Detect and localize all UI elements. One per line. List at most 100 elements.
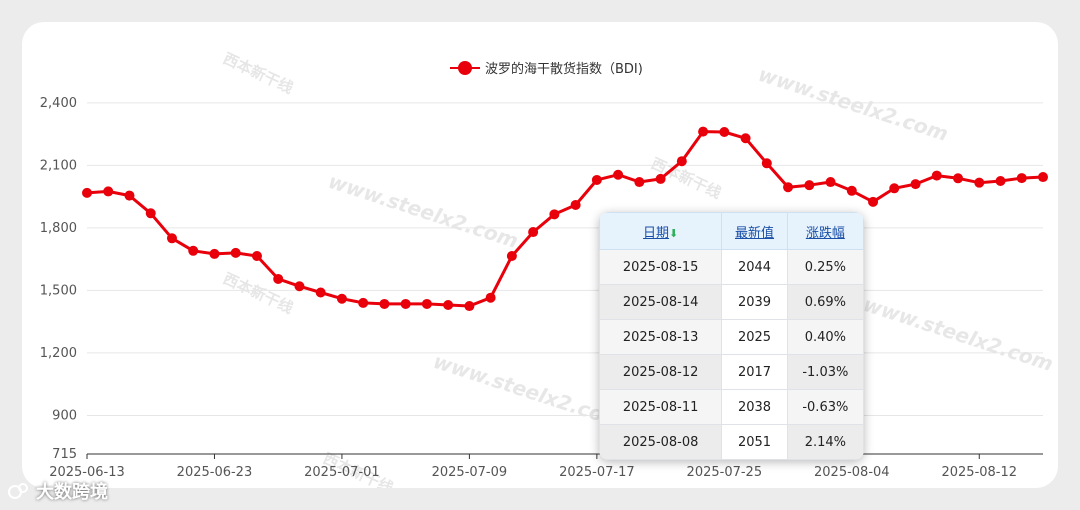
- data-point: [188, 245, 199, 256]
- table-row: 2025-08-13 2025 0.40%: [599, 319, 864, 355]
- watermark-domain: www.steelx2.com: [430, 349, 626, 433]
- y-min-label: 715: [52, 447, 77, 462]
- cell-change: -1.03%: [786, 354, 864, 390]
- data-point: [336, 293, 347, 304]
- cell-value: 2051: [721, 424, 788, 460]
- data-point: [485, 292, 496, 303]
- data-point: [358, 297, 369, 308]
- brand-logo-icon: [8, 483, 28, 499]
- data-point: [634, 177, 645, 188]
- y-tick-label: 2,100: [40, 158, 77, 173]
- watermark-logo: 西本新干线: [220, 49, 296, 97]
- data-point: [655, 173, 666, 184]
- table-row: 2025-08-08 2051 2.14%: [599, 424, 864, 460]
- data-point: [209, 248, 220, 259]
- x-tick-label: 2025-06-23: [177, 465, 253, 480]
- data-point: [698, 126, 709, 137]
- table-row: 2025-08-14 2039 0.69%: [599, 284, 864, 320]
- data-point: [528, 227, 539, 238]
- table-row: 2025-08-11 2038 -0.63%: [599, 389, 864, 425]
- data-point: [464, 301, 475, 312]
- data-point: [783, 182, 794, 193]
- x-tick-label: 2025-07-01: [304, 465, 380, 480]
- data-point: [294, 281, 305, 292]
- data-point: [549, 209, 560, 220]
- data-point: [570, 199, 581, 210]
- data-point: [613, 169, 624, 180]
- cell-date: 2025-08-08: [599, 424, 723, 460]
- cell-date: 2025-08-15: [599, 249, 723, 285]
- data-point: [230, 247, 241, 258]
- column-header-change[interactable]: 涨跌幅: [786, 212, 864, 250]
- cell-value: 2025: [721, 319, 788, 355]
- data-point: [931, 170, 942, 181]
- cell-date: 2025-08-12: [599, 354, 723, 390]
- y-tick-label: 1,200: [40, 346, 77, 361]
- data-point: [315, 287, 326, 298]
- data-point: [379, 298, 390, 309]
- y-tick-label: 1,800: [40, 221, 77, 236]
- chart-card: www.steelx2.com www.steelx2.com www.steelx…: [22, 22, 1058, 488]
- data-point: [889, 183, 900, 194]
- table-body: 2025-08-15 2044 0.25% 2025-08-14 2039 0.69% 20…: [599, 249, 864, 460]
- cell-change: -0.63%: [786, 389, 864, 425]
- x-tick-label: 2025-07-25: [687, 465, 763, 480]
- table-header-row: 日期⬇ 最新值 涨跌幅: [599, 212, 864, 250]
- data-point: [145, 208, 156, 219]
- data-point: [825, 177, 836, 188]
- column-header-date[interactable]: 日期⬇: [599, 212, 723, 250]
- x-tick-label: 2025-07-17: [559, 465, 635, 480]
- data-point: [1016, 173, 1027, 184]
- data-point: [846, 185, 857, 196]
- brand-watermark: 大数跨境: [8, 478, 108, 504]
- data-point: [761, 158, 772, 169]
- y-tick-label: 900: [52, 408, 77, 423]
- chart-legend[interactable]: 波罗的海干散货指数（BDI): [450, 58, 643, 77]
- y-tick-label: 2,400: [40, 96, 77, 111]
- column-header-date-label: 日期: [643, 225, 670, 241]
- watermark-logo: 西本新干线: [220, 269, 296, 317]
- cell-value: 2038: [721, 389, 788, 425]
- legend-label: 波罗的海干散货指数（BDI): [485, 62, 643, 77]
- cell-value: 2039: [721, 284, 788, 320]
- data-point: [251, 251, 262, 262]
- data-point: [995, 175, 1006, 186]
- data-point: [676, 156, 687, 167]
- data-table: 日期⬇ 最新值 涨跌幅 2025-08-15 2044 0.25% 2025-08-1…: [599, 212, 864, 460]
- cell-change: 0.40%: [786, 319, 864, 355]
- x-tick-label: 2025-08-12: [941, 465, 1017, 480]
- watermark-domain: www.steelx2.com: [325, 169, 521, 253]
- data-point: [103, 186, 114, 197]
- x-tick-label: 2025-08-04: [814, 465, 890, 480]
- data-point: [910, 179, 921, 190]
- cell-change: 0.69%: [786, 284, 864, 320]
- data-table-popup: 日期⬇ 最新值 涨跌幅 2025-08-15 2044 0.25% 2025-08-1…: [599, 212, 864, 460]
- data-point: [124, 190, 135, 201]
- data-point: [1038, 172, 1048, 183]
- data-point: [868, 196, 879, 207]
- data-point: [166, 233, 177, 244]
- data-point: [506, 251, 517, 262]
- data-point: [719, 127, 730, 138]
- cell-date: 2025-08-14: [599, 284, 723, 320]
- cell-value: 2017: [721, 354, 788, 390]
- data-point: [82, 187, 92, 198]
- data-point: [273, 273, 284, 284]
- data-point: [953, 173, 964, 184]
- legend-marker-icon: [450, 60, 480, 75]
- watermark-domain: www.steelx2.com: [755, 62, 951, 146]
- data-point: [740, 133, 751, 144]
- cell-date: 2025-08-11: [599, 389, 723, 425]
- data-point: [974, 177, 985, 188]
- table-row: 2025-08-15 2044 0.25%: [599, 249, 864, 285]
- cell-change: 2.14%: [786, 424, 864, 460]
- watermark-domain: www.steelx2.com: [860, 292, 1056, 376]
- y-tick-label: 1,500: [40, 283, 77, 298]
- column-header-value[interactable]: 最新值: [721, 212, 788, 250]
- sort-down-arrow-icon[interactable]: ⬇: [669, 227, 678, 240]
- bdi-line-chart: www.steelx2.com www.steelx2.com www.steelx…: [40, 49, 1056, 488]
- table-row: 2025-08-12 2017 -1.03%: [599, 354, 864, 390]
- cell-value: 2044: [721, 249, 788, 285]
- data-point: [443, 299, 454, 310]
- data-point: [421, 298, 432, 309]
